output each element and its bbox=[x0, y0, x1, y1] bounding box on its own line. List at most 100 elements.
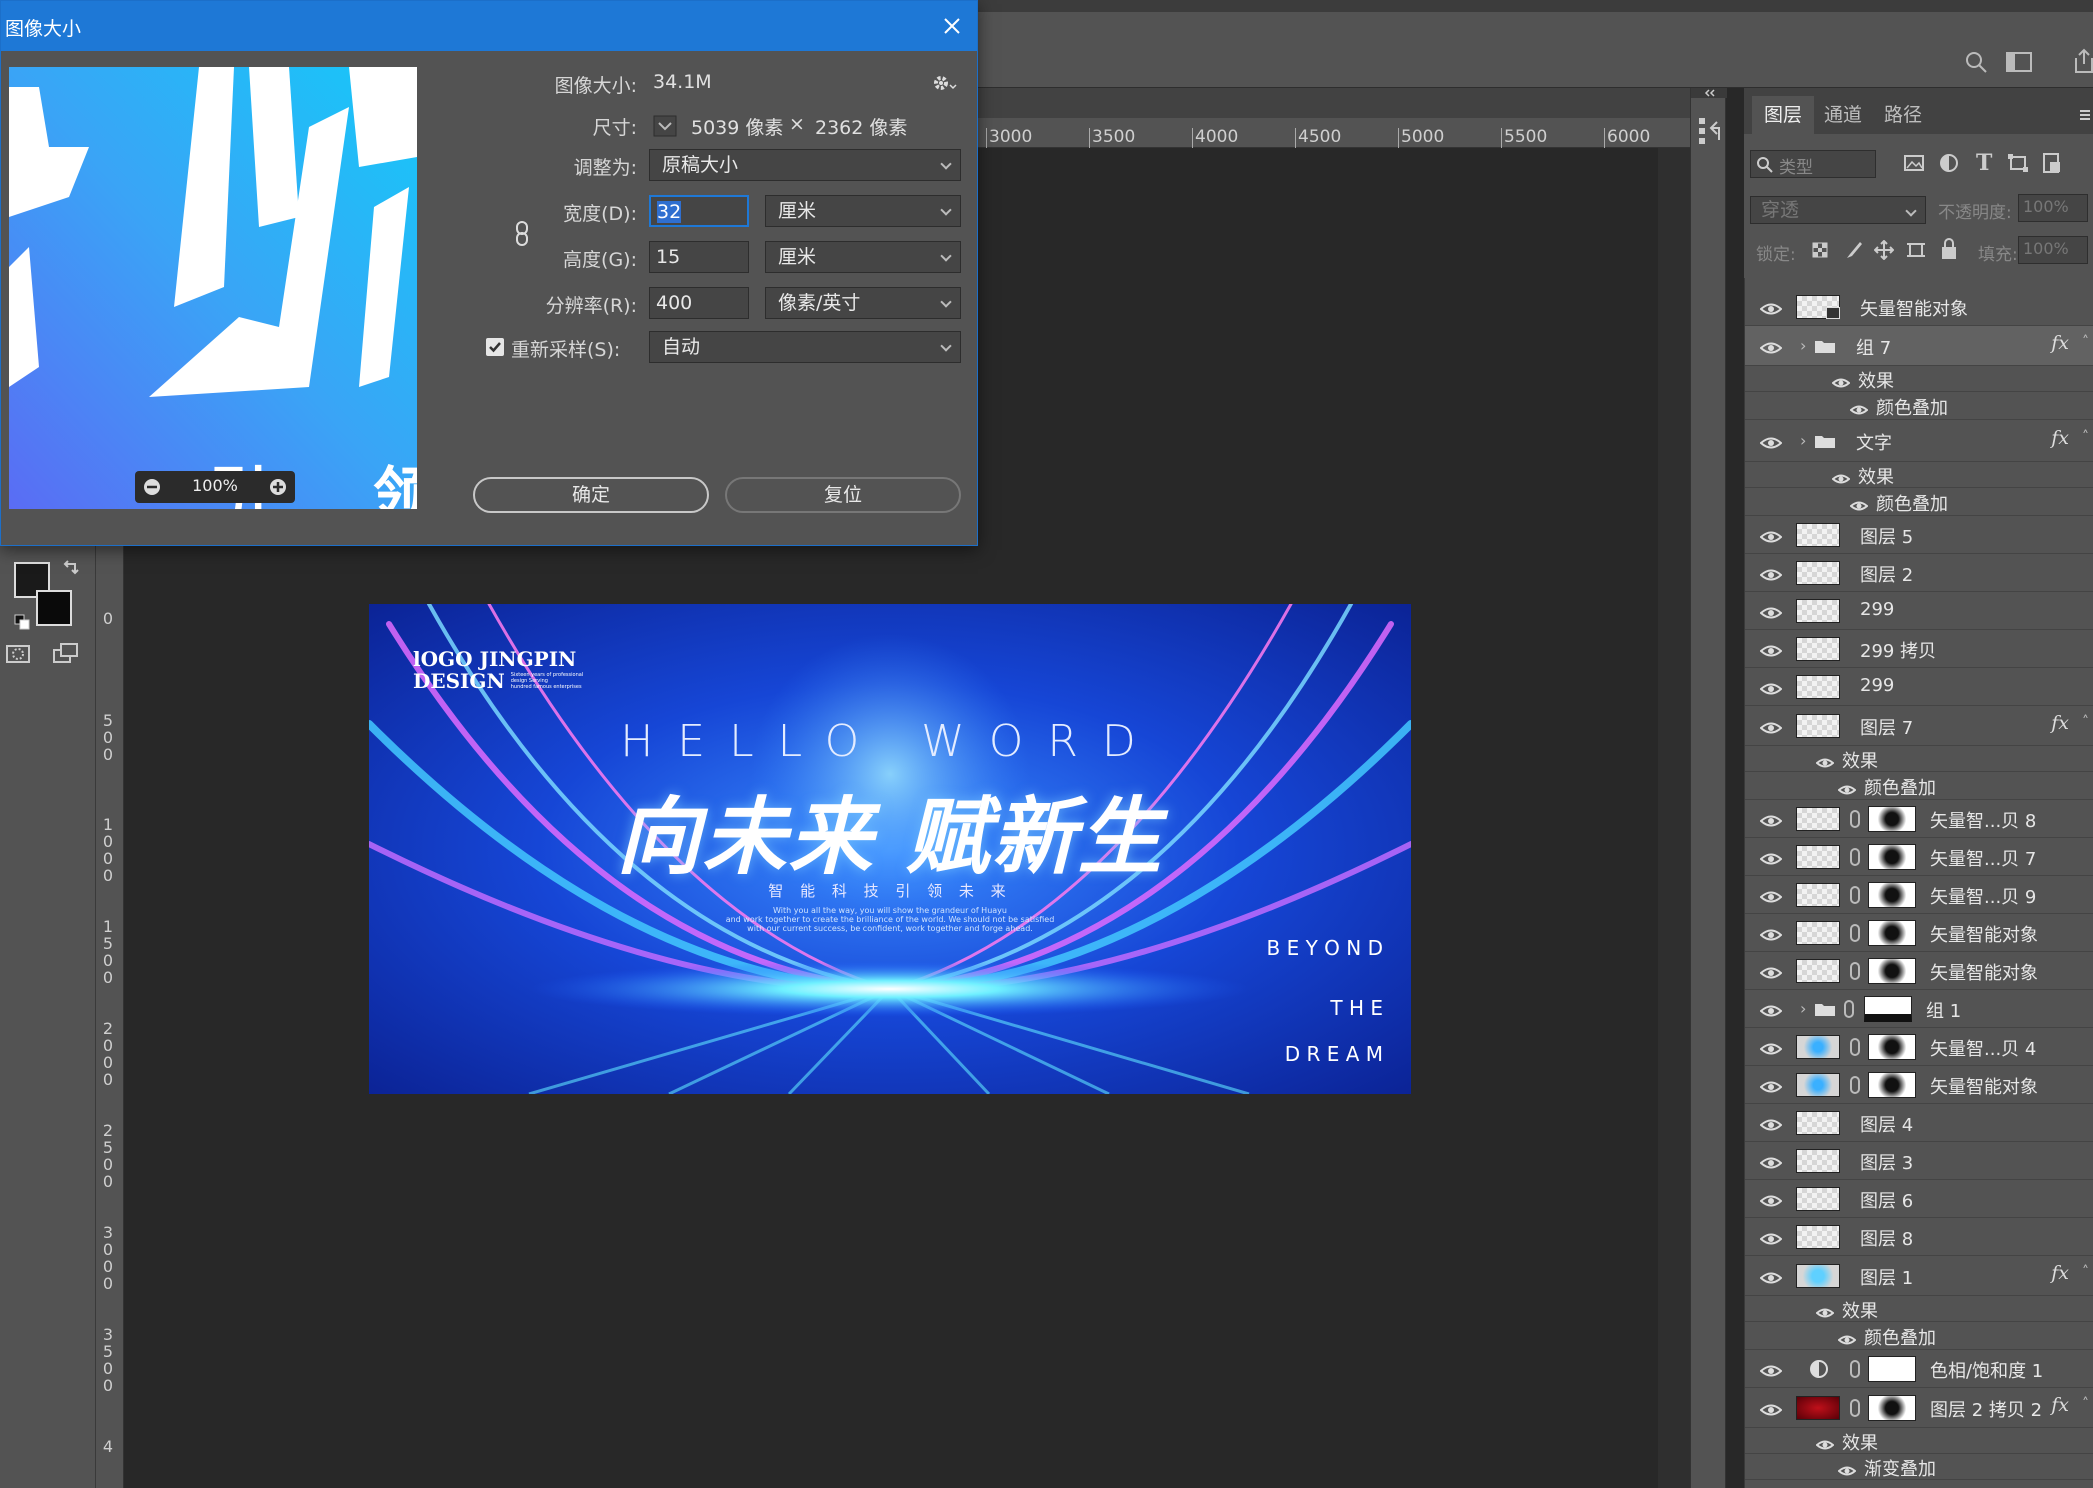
resample-select[interactable]: 自动 bbox=[649, 331, 961, 363]
fit-to-select[interactable]: 原稿大小 bbox=[649, 149, 961, 181]
layer-mask-thumbnail[interactable] bbox=[1868, 958, 1916, 984]
layer-thumbnail[interactable] bbox=[1796, 1035, 1840, 1059]
layer-thumbnail[interactable] bbox=[1796, 921, 1840, 945]
share-icon[interactable] bbox=[2072, 48, 2093, 74]
chevron-right-icon[interactable]: › bbox=[1800, 999, 1806, 1018]
height-unit-select[interactable]: 厘米 bbox=[765, 241, 961, 273]
resolution-unit-select[interactable]: 像素/英寸 bbox=[765, 287, 961, 319]
layer-thumbnail[interactable] bbox=[1796, 883, 1840, 907]
eye-icon[interactable] bbox=[1759, 719, 1783, 734]
layer-row[interactable]: 矢量智...贝 8 bbox=[1744, 800, 2093, 838]
layer-filter-select[interactable]: 类型 bbox=[1750, 150, 1876, 178]
resolution-input[interactable]: 400 bbox=[649, 287, 749, 319]
layer-thumbnail[interactable] bbox=[1796, 675, 1840, 699]
eye-icon[interactable] bbox=[1759, 300, 1783, 315]
effect-visibility-icon[interactable] bbox=[1849, 496, 1869, 517]
layer-row[interactable]: 299 bbox=[1744, 668, 2093, 706]
layer-thumbnail[interactable] bbox=[1796, 561, 1840, 585]
layer-thumbnail[interactable] bbox=[1796, 1225, 1840, 1249]
filter-pixel-icon[interactable] bbox=[1904, 154, 1924, 172]
reset-button[interactable]: 复位 bbox=[725, 477, 961, 513]
layer-row[interactable]: › 文字 fx ˄ bbox=[1744, 420, 2093, 462]
layer-row[interactable]: 矢量智能对象 bbox=[1744, 1066, 2093, 1104]
eye-icon[interactable] bbox=[1759, 434, 1783, 449]
layer-mask-thumbnail[interactable] bbox=[1868, 1034, 1916, 1060]
opacity-input[interactable]: 100% bbox=[2018, 194, 2088, 222]
eye-icon[interactable] bbox=[1759, 1192, 1783, 1207]
layer-row[interactable]: 图层 1 fx ˄ bbox=[1744, 1256, 2093, 1296]
collapse-icon[interactable] bbox=[1703, 88, 1717, 98]
link-icon[interactable] bbox=[1850, 848, 1860, 866]
layer-thumbnail[interactable] bbox=[1796, 959, 1840, 983]
height-input[interactable]: 15 bbox=[649, 241, 749, 273]
layer-effect-row[interactable]: 效果 bbox=[1744, 1296, 2093, 1322]
lock-brush-icon[interactable] bbox=[1844, 240, 1862, 260]
panel-menu-icon[interactable] bbox=[2078, 108, 2092, 122]
effect-visibility-icon[interactable] bbox=[1815, 1303, 1835, 1324]
effect-visibility-icon[interactable] bbox=[1837, 1330, 1857, 1351]
blend-mode-select[interactable]: 穿透 bbox=[1750, 196, 1926, 224]
dimensions-dropdown-icon[interactable] bbox=[653, 115, 677, 137]
layer-thumbnail[interactable] bbox=[1796, 1264, 1840, 1288]
eye-icon[interactable] bbox=[1759, 642, 1783, 657]
layer-row[interactable]: 图层 3 bbox=[1744, 1142, 2093, 1180]
layer-mask-thumbnail[interactable] bbox=[1868, 1395, 1916, 1421]
link-icon[interactable] bbox=[1850, 1399, 1860, 1417]
layer-row[interactable]: 图层 8 bbox=[1744, 1218, 2093, 1256]
effect-visibility-icon[interactable] bbox=[1837, 1461, 1857, 1482]
layer-mask-thumbnail[interactable] bbox=[1868, 806, 1916, 832]
screen-mode-icon[interactable] bbox=[52, 642, 84, 666]
ok-button[interactable]: 确定 bbox=[473, 477, 709, 513]
layer-row[interactable]: 图层 7 fx ˄ bbox=[1744, 706, 2093, 746]
zoom-in-icon[interactable] bbox=[269, 478, 287, 496]
layer-thumbnail[interactable] bbox=[1796, 1187, 1840, 1211]
layer-row[interactable]: › 组 1 bbox=[1744, 990, 2093, 1028]
lock-all-icon[interactable] bbox=[1940, 238, 1958, 260]
layer-mask-thumbnail[interactable] bbox=[1868, 1072, 1916, 1098]
eye-icon[interactable] bbox=[1759, 339, 1783, 354]
link-icon[interactable] bbox=[1850, 810, 1860, 828]
effect-visibility-icon[interactable] bbox=[1831, 469, 1851, 490]
layer-thumbnail[interactable] bbox=[1796, 599, 1840, 623]
layer-row[interactable]: › 组 7 fx ˄ bbox=[1744, 326, 2093, 366]
layer-thumbnail[interactable] bbox=[1796, 1111, 1840, 1135]
layer-thumbnail[interactable] bbox=[1796, 845, 1840, 869]
layer-thumbnail[interactable] bbox=[1796, 1073, 1840, 1097]
layer-mask-thumbnail[interactable] bbox=[1864, 996, 1912, 1022]
filter-adjustment-icon[interactable] bbox=[1940, 154, 1958, 172]
layer-row[interactable]: 矢量智...贝 7 bbox=[1744, 838, 2093, 876]
layer-thumbnail[interactable] bbox=[1796, 1149, 1840, 1173]
width-input[interactable]: 32 bbox=[649, 195, 749, 227]
resample-checkbox[interactable] bbox=[485, 337, 505, 357]
eye-icon[interactable] bbox=[1759, 1154, 1783, 1169]
layer-effect-row[interactable]: 效果 bbox=[1744, 366, 2093, 392]
lock-position-icon[interactable] bbox=[1874, 240, 1894, 260]
chevron-right-icon[interactable]: › bbox=[1800, 336, 1806, 355]
layer-effects-icon[interactable]: fx bbox=[2051, 427, 2069, 449]
eye-icon[interactable] bbox=[1759, 888, 1783, 903]
chevron-up-icon[interactable]: ˄ bbox=[2082, 1264, 2089, 1280]
layer-row[interactable]: 矢量智能对象 bbox=[1744, 952, 2093, 990]
layer-mask-thumbnail[interactable] bbox=[1868, 882, 1916, 908]
image-preview[interactable]: 引 领 100% bbox=[9, 67, 417, 509]
chevron-up-icon[interactable]: ˄ bbox=[2082, 429, 2089, 445]
layer-thumbnail[interactable] bbox=[1796, 807, 1840, 831]
filter-type-icon[interactable]: T bbox=[1976, 150, 1992, 176]
gear-icon[interactable] bbox=[931, 73, 957, 95]
chevron-up-icon[interactable]: ˄ bbox=[2082, 714, 2089, 730]
eye-icon[interactable] bbox=[1759, 1362, 1783, 1377]
tab-paths[interactable]: 路径 bbox=[1872, 96, 1934, 134]
link-icon[interactable] bbox=[1850, 962, 1860, 980]
link-icon[interactable] bbox=[1850, 924, 1860, 942]
close-icon[interactable] bbox=[943, 17, 961, 35]
layer-row[interactable]: 图层 2 bbox=[1744, 554, 2093, 592]
document-canvas[interactable]: lOGO JINGPIN DESIGN Sixteen years of pro… bbox=[369, 604, 1411, 1094]
layer-thumbnail[interactable] bbox=[1796, 637, 1840, 661]
layer-effect-row[interactable]: 颜色叠加 bbox=[1744, 772, 2093, 800]
eye-icon[interactable] bbox=[1759, 964, 1783, 979]
vertical-scrollbar[interactable] bbox=[1658, 148, 1690, 1488]
layer-effect-row[interactable]: 效果 bbox=[1744, 1428, 2093, 1454]
lock-transparent-icon[interactable] bbox=[1812, 242, 1828, 258]
effect-visibility-icon[interactable] bbox=[1815, 1435, 1835, 1456]
filter-shape-icon[interactable] bbox=[2008, 154, 2028, 172]
